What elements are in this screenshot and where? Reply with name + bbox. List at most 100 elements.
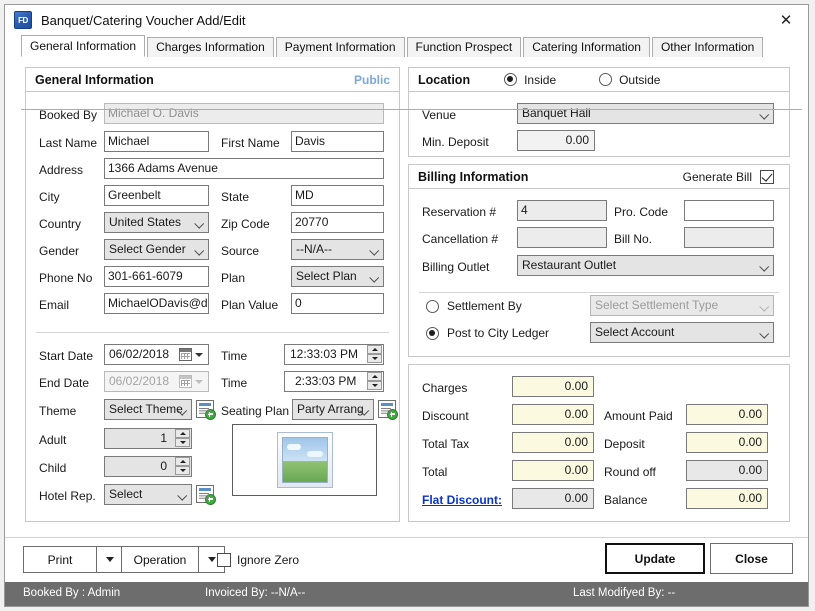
- calendar-icon[interactable]: [179, 348, 192, 361]
- seating-plan-label: Seating Plan: [221, 404, 290, 418]
- venue-select[interactable]: Banquet Hall: [517, 103, 774, 124]
- tab-payment-information[interactable]: Payment Information: [275, 37, 405, 57]
- charges-field[interactable]: 0.00: [512, 376, 594, 397]
- child-stepper[interactable]: 0: [104, 456, 192, 477]
- balance-field[interactable]: 0.00: [686, 488, 768, 509]
- phone-no-input[interactable]: 301-661-6079: [104, 266, 209, 287]
- email-input[interactable]: MichaelODavis@dayr: [104, 293, 209, 314]
- account-select[interactable]: Select Account: [590, 322, 774, 343]
- start-date-label: Start Date: [39, 349, 94, 363]
- billing-outlet-select[interactable]: Restaurant Outlet: [517, 255, 774, 276]
- country-label: Country: [39, 217, 82, 231]
- total-tax-label: Total Tax: [422, 437, 470, 451]
- charges-label: Charges: [422, 381, 468, 395]
- booked-by-field: Michael O. Davis: [104, 103, 384, 124]
- gender-select[interactable]: Select Gender: [104, 239, 209, 260]
- amount-paid-field[interactable]: 0.00: [686, 404, 768, 425]
- min-deposit-label: Min. Deposit: [422, 135, 489, 149]
- theme-label: Theme: [39, 404, 77, 418]
- end-date-label: End Date: [39, 376, 90, 390]
- billing-outlet-label: Billing Outlet: [422, 260, 490, 274]
- status-booked-by: Booked By : Admin: [23, 587, 121, 599]
- location-outside-radio[interactable]: [599, 72, 613, 86]
- end-time-down-icon[interactable]: [367, 381, 382, 390]
- city-input[interactable]: Greenbelt: [104, 185, 209, 206]
- start-date-input[interactable]: 06/02/2018: [104, 344, 209, 365]
- address-input[interactable]: 1366 Adams Avenue: [104, 158, 384, 179]
- reservation-number-field: 4: [517, 200, 607, 221]
- settlement-type-select: Select Settlement Type: [590, 295, 774, 316]
- tab-function-prospect[interactable]: Function Prospect: [406, 37, 522, 57]
- balance-label: Balance: [604, 493, 648, 507]
- seating-plan-add-icon[interactable]: [378, 400, 398, 420]
- print-button[interactable]: Print: [23, 546, 97, 573]
- billing-divider: [419, 292, 779, 293]
- pro-code-input[interactable]: [684, 200, 774, 221]
- seating-plan-select[interactable]: Party Arrang: [292, 399, 374, 420]
- flat-discount-link[interactable]: Flat Discount:: [422, 493, 502, 507]
- start-date-value: 06/02/2018: [109, 347, 170, 361]
- post-to-city-ledger-label: Post to City Ledger: [447, 326, 550, 340]
- discount-label: Discount: [422, 409, 469, 423]
- location-panel: Location Inside Outside Venue Banquet Ha…: [408, 67, 790, 157]
- settlement-by-radio[interactable]: [426, 300, 439, 313]
- start-time-up-icon[interactable]: [367, 345, 382, 354]
- source-label: Source: [221, 244, 260, 258]
- post-to-city-ledger-radio[interactable]: [426, 327, 439, 340]
- start-time-input[interactable]: 12:33:03 PM: [284, 344, 384, 365]
- child-down-icon[interactable]: [175, 466, 190, 475]
- end-time-input[interactable]: 2:33:03 PM: [284, 371, 384, 392]
- tab-other-information[interactable]: Other Information: [651, 37, 764, 57]
- end-time-label: Time: [221, 376, 248, 390]
- theme-add-icon[interactable]: [196, 400, 216, 420]
- min-deposit-field: 0.00: [517, 130, 595, 151]
- operation-button[interactable]: Operation: [121, 546, 199, 573]
- bill-no-label: Bill No.: [614, 232, 653, 246]
- end-time-up-icon[interactable]: [367, 372, 382, 381]
- close-icon[interactable]: ✕: [764, 5, 808, 34]
- deposit-field[interactable]: 0.00: [686, 432, 768, 453]
- ignore-zero-checkbox[interactable]: [217, 553, 231, 567]
- tab-charges-information[interactable]: Charges Information: [147, 37, 274, 57]
- generate-bill-checkbox[interactable]: [760, 169, 774, 184]
- end-date-value: 06/02/2018: [109, 374, 170, 388]
- event-image-box[interactable]: [232, 424, 377, 496]
- child-up-icon[interactable]: [175, 457, 190, 466]
- location-inside-radio[interactable]: [504, 72, 518, 86]
- total-field[interactable]: 0.00: [512, 460, 594, 481]
- tab-general-information[interactable]: General Information: [21, 35, 146, 57]
- event-image-thumbnail: [276, 432, 333, 488]
- billing-information-header: Billing Information Generate Bill: [409, 165, 789, 189]
- close-button[interactable]: Close: [710, 543, 793, 574]
- hotel-rep-add-icon[interactable]: [196, 485, 216, 505]
- tab-catering-information[interactable]: Catering Information: [523, 37, 650, 57]
- footer-bar: Print Operation Ignore Zero Update Close: [5, 537, 808, 582]
- update-button[interactable]: Update: [605, 543, 705, 574]
- deposit-label: Deposit: [604, 437, 645, 451]
- last-name-label: Last Name: [39, 136, 98, 150]
- round-off-label: Round off: [604, 465, 656, 479]
- print-dropdown-icon[interactable]: [97, 546, 123, 573]
- end-date-input[interactable]: 06/02/2018: [104, 371, 209, 392]
- calendar-icon: [179, 375, 192, 388]
- child-label: Child: [39, 461, 67, 475]
- discount-field[interactable]: 0.00: [512, 404, 594, 425]
- last-name-input[interactable]: Michael: [104, 131, 209, 152]
- total-tax-field[interactable]: 0.00: [512, 432, 594, 453]
- adult-up-icon[interactable]: [175, 429, 190, 438]
- plan-value-input[interactable]: 0: [291, 293, 384, 314]
- theme-select[interactable]: Select Theme: [104, 399, 192, 420]
- source-select[interactable]: --N/A--: [291, 239, 384, 260]
- zip-code-input[interactable]: 20770: [291, 212, 384, 233]
- country-select[interactable]: United States: [104, 212, 209, 233]
- first-name-input[interactable]: Davis: [291, 131, 384, 152]
- plan-select[interactable]: Select Plan: [291, 266, 384, 287]
- tab-strip: General Information Charges Information …: [21, 35, 808, 57]
- state-input[interactable]: MD: [291, 185, 384, 206]
- voucher-window: Banquet/Catering Voucher Add/Edit ✕ Gene…: [4, 4, 809, 607]
- adult-stepper[interactable]: 1: [104, 428, 192, 449]
- start-time-down-icon[interactable]: [367, 354, 382, 363]
- hotel-rep-select[interactable]: Select: [104, 484, 192, 505]
- chevron-down-icon[interactable]: [195, 353, 203, 357]
- adult-down-icon[interactable]: [175, 438, 190, 447]
